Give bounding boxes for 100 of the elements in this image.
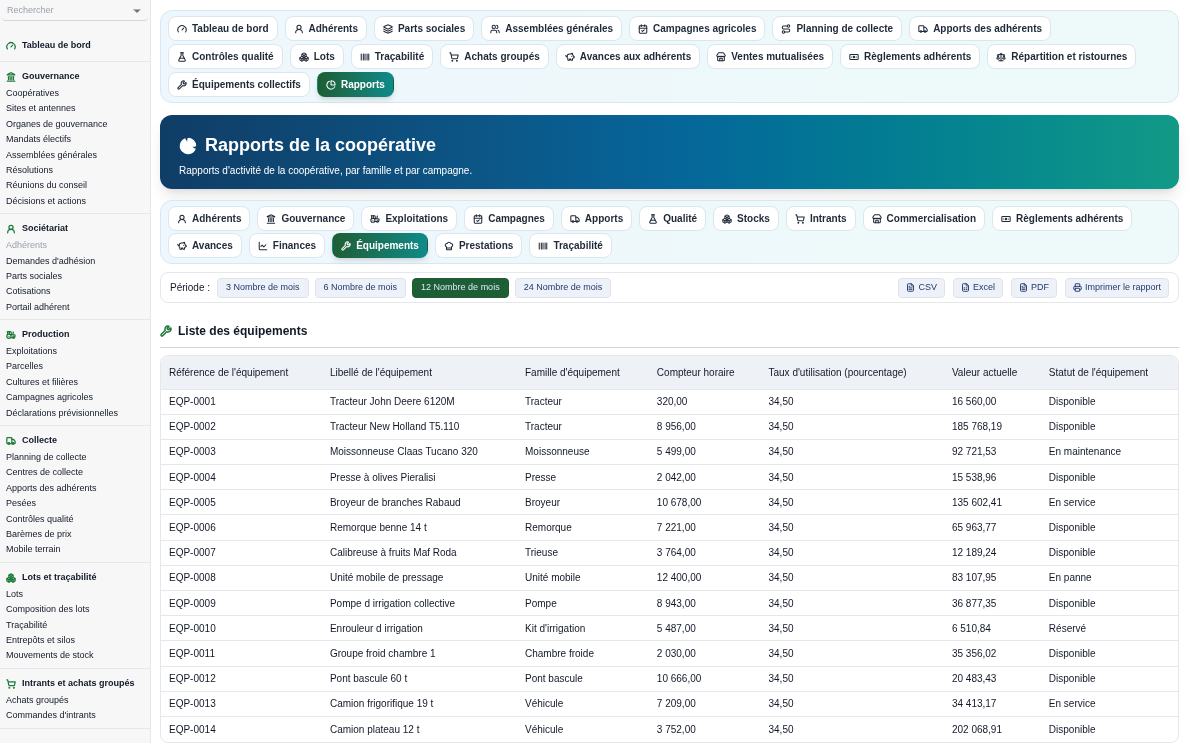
sidebar-item[interactable]: Mouvements de stock bbox=[6, 648, 144, 664]
sidebar-item[interactable]: Cultures et filières bbox=[6, 374, 144, 391]
table-cell: 12 189,24 bbox=[943, 540, 1041, 566]
section-icon bbox=[6, 436, 16, 447]
table-cell: 34,50 bbox=[760, 464, 944, 490]
sidebar-item[interactable]: Mandats électifs bbox=[6, 132, 144, 148]
nav-tab[interactable]: Planning de collecte bbox=[772, 16, 903, 41]
section-title: Sociétariat bbox=[22, 222, 69, 236]
sidebar-item[interactable]: Contrôles qualité bbox=[6, 511, 144, 527]
table-cell: Disponible bbox=[1040, 414, 1178, 440]
sidebar-item[interactable]: Centres de collecte bbox=[6, 465, 144, 481]
nav-tab[interactable]: Stocks bbox=[713, 206, 779, 231]
nav-tab[interactable]: Exploitations bbox=[361, 206, 458, 231]
table-cell: Tracteur John Deere 6120M bbox=[321, 389, 517, 415]
nav-tab[interactable]: Apports des adhérents bbox=[909, 16, 1052, 41]
sidebar-item[interactable]: Achats groupés bbox=[6, 692, 144, 709]
sidebar-item[interactable]: Résolutions bbox=[6, 162, 144, 179]
tab-icon bbox=[341, 240, 352, 251]
nav-tab[interactable]: Adhérents bbox=[284, 16, 367, 41]
sidebar-item[interactable]: Cotisations bbox=[6, 284, 144, 300]
nav-tab[interactable]: Ventes mutualisées bbox=[707, 44, 834, 69]
tab-icon bbox=[849, 51, 860, 62]
nav-tab[interactable]: Campagnes bbox=[464, 206, 554, 231]
period-option[interactable]: 24 Nombre de mois bbox=[514, 277, 612, 298]
nav-tab[interactable]: Répartition et ristournes bbox=[987, 44, 1137, 69]
tab-icon bbox=[266, 213, 277, 224]
nav-tab[interactable]: Équipements bbox=[332, 233, 428, 258]
column-header: Valeur actuelle bbox=[943, 356, 1041, 389]
nav-tab[interactable]: Prestations bbox=[434, 233, 523, 258]
nav-tab[interactable]: Lots bbox=[289, 44, 344, 69]
sidebar-item[interactable]: Décisions et actions bbox=[6, 193, 144, 210]
sidebar-item[interactable]: Assemblées générales bbox=[6, 147, 144, 163]
sidebar-item[interactable]: Composition des lots bbox=[6, 602, 144, 618]
nav-tab[interactable]: Intrants bbox=[785, 206, 856, 231]
search-input[interactable]: Rechercher bbox=[7, 4, 117, 18]
column-header: Famille d'équipement bbox=[517, 356, 649, 389]
table-cell: EQP-0001 bbox=[161, 389, 322, 415]
nav-tab[interactable]: Adhérents bbox=[168, 206, 251, 231]
nav-tab[interactable]: Avances aux adhérents bbox=[555, 44, 701, 69]
nav-tab[interactable]: Avances bbox=[168, 233, 242, 258]
table-cell: 2 030,00 bbox=[648, 640, 761, 667]
nav-tab[interactable]: Traçabilité bbox=[350, 44, 434, 69]
sidebar-item[interactable]: Commandes d'intrants bbox=[6, 708, 144, 724]
nav-tab[interactable]: Traçabilité bbox=[529, 233, 612, 258]
period-option[interactable]: 6 Nombre de mois bbox=[314, 277, 407, 298]
sidebar-item[interactable]: Barèmes de prix bbox=[6, 527, 144, 543]
sidebar-item[interactable]: Parcelles bbox=[6, 359, 144, 375]
nav-tab[interactable]: Équipements collectifs bbox=[168, 72, 310, 97]
table-cell: En maintenance bbox=[1040, 439, 1178, 465]
tab-icon bbox=[722, 213, 733, 224]
sidebar-item[interactable]: Apports des adhérents bbox=[6, 480, 144, 497]
sidebar-item[interactable]: Lots bbox=[6, 586, 144, 603]
period-option[interactable]: 12 Nombre de mois bbox=[412, 277, 509, 298]
nav-tab[interactable]: Règlements adhérents bbox=[992, 206, 1133, 231]
section-title: Intrants et achats groupés bbox=[22, 676, 135, 690]
sidebar-item[interactable]: Déclarations prévisionnelles bbox=[6, 405, 144, 422]
export-button[interactable]: Excel bbox=[952, 277, 1003, 298]
sidebar-item[interactable]: Sites et antennes bbox=[6, 101, 144, 117]
table-cell: EQP-0004 bbox=[161, 464, 322, 490]
sidebar-item[interactable]: Planning de collecte bbox=[6, 450, 144, 466]
nav-tab[interactable]: Assemblées générales bbox=[481, 16, 623, 41]
table-cell: 35 356,02 bbox=[943, 640, 1041, 667]
section-title: Lots et traçabilité bbox=[22, 571, 97, 584]
section-icon bbox=[6, 678, 16, 689]
table-cell: Trieuse bbox=[517, 540, 649, 566]
sidebar-item[interactable]: Exploitations bbox=[6, 344, 144, 360]
section-title: Gouvernance bbox=[22, 70, 80, 84]
export-button[interactable]: Imprimer le rapport bbox=[1064, 277, 1169, 298]
sidebar-item[interactable]: Parts sociales bbox=[6, 268, 144, 285]
sidebar-item[interactable]: Pesées bbox=[6, 496, 144, 512]
export-button[interactable]: PDF bbox=[1010, 277, 1057, 298]
tab-icon bbox=[473, 213, 484, 224]
sidebar-item[interactable]: Traçabilité bbox=[6, 617, 144, 633]
period-option[interactable]: 3 Nombre de mois bbox=[217, 277, 309, 298]
nav-tab[interactable]: Finances bbox=[248, 233, 326, 258]
sidebar-item[interactable]: Mobile terrain bbox=[6, 542, 144, 558]
sidebar-item[interactable]: Campagnes agricoles bbox=[6, 390, 144, 406]
nav-tab[interactable]: Commercialisation bbox=[862, 206, 986, 231]
nav-tab[interactable]: Qualité bbox=[639, 206, 707, 231]
sidebar-item[interactable]: Entrepôts et silos bbox=[6, 632, 144, 649]
nav-tab[interactable]: Règlements adhérents bbox=[840, 44, 981, 69]
nav-tab[interactable]: Campagnes agricoles bbox=[629, 16, 766, 41]
sidebar-item[interactable]: Demandes d'adhésion bbox=[6, 253, 144, 269]
table-cell: 3 764,00 bbox=[648, 540, 761, 566]
page-title: Rapports de la coopérative bbox=[205, 134, 437, 157]
sidebar-item[interactable]: Coopératives bbox=[6, 86, 144, 102]
nav-tab[interactable]: Apports bbox=[560, 206, 633, 231]
nav-tab[interactable]: Tableau de bord bbox=[168, 16, 278, 41]
sidebar-item[interactable]: Réunions du conseil bbox=[6, 178, 144, 194]
nav-tab[interactable]: Contrôles qualité bbox=[168, 44, 283, 69]
tab-icon bbox=[1001, 213, 1012, 224]
nav-tab[interactable]: Rapports bbox=[316, 72, 394, 97]
nav-tab[interactable]: Gouvernance bbox=[257, 206, 355, 231]
nav-tab[interactable]: Parts sociales bbox=[373, 16, 475, 41]
nav-tab[interactable]: Achats groupés bbox=[440, 44, 549, 69]
table-cell: En service bbox=[1040, 489, 1178, 515]
sidebar-item[interactable]: Portail adhérent bbox=[6, 299, 144, 316]
export-button[interactable]: CSV bbox=[898, 277, 945, 298]
sidebar-item[interactable]: Organes de gouvernance bbox=[6, 116, 144, 133]
column-header: Taux d'utilisation (pourcentage) bbox=[760, 356, 944, 389]
